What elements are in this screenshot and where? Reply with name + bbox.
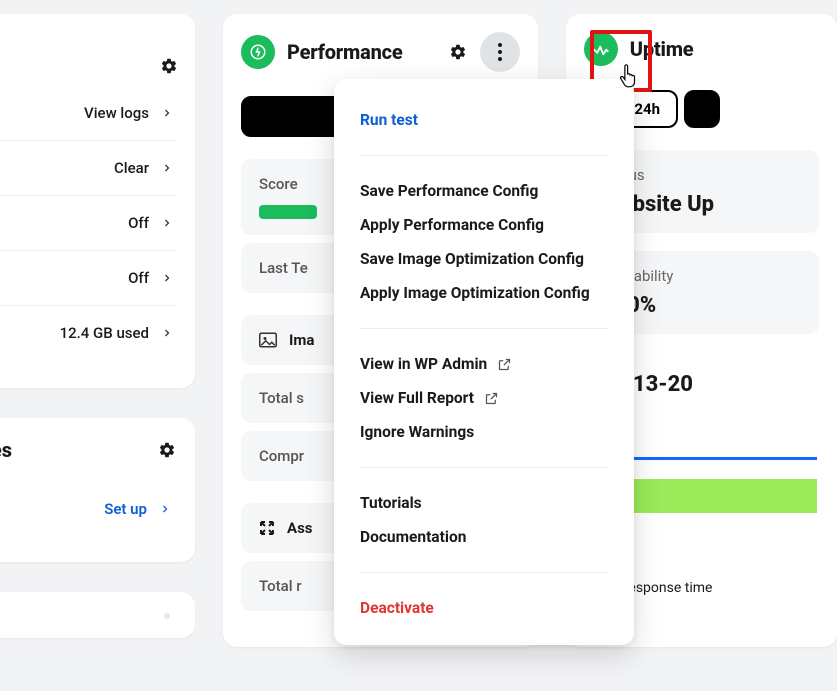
chevron-right-icon [159, 503, 171, 515]
menu-item-docs[interactable]: Documentation [360, 520, 608, 554]
chevron-right-icon [161, 327, 173, 339]
row-label: Clear [114, 159, 149, 177]
row-label: View logs [84, 104, 149, 122]
response-time-line [610, 457, 817, 460]
uptime-icon [584, 32, 618, 66]
chevron-right-icon [161, 107, 173, 119]
menu-item-view-wp[interactable]: View in WP Admin [360, 347, 608, 381]
chevron-right-icon [161, 272, 173, 284]
row-label: Off [128, 269, 149, 287]
score-bar [259, 205, 317, 219]
external-link-icon [497, 357, 512, 372]
gear-icon[interactable] [157, 440, 177, 460]
tile-label: Ass [287, 519, 313, 537]
menu-item-apply-img[interactable]: Apply Image Optimization Config [360, 276, 608, 310]
gear-icon[interactable] [157, 606, 177, 626]
card-title-partial: lates [0, 438, 12, 462]
menu-item-deactivate[interactable]: Deactivate [360, 591, 608, 625]
performance-icon [241, 35, 275, 69]
row-storage[interactable]: 12.4 GB used [0, 306, 177, 360]
card-actions-menu: Run test Save Performance Config Apply P… [334, 79, 634, 645]
menu-item-ignore-warnings[interactable]: Ignore Warnings [360, 415, 608, 449]
menu-item-view-report[interactable]: View Full Report [360, 381, 608, 415]
gear-icon[interactable] [448, 42, 468, 62]
row-clear[interactable]: Clear [0, 141, 177, 196]
gear-icon[interactable] [159, 56, 179, 76]
chevron-right-icon [161, 162, 173, 174]
left-card-3 [0, 592, 195, 638]
collapse-icon [259, 520, 275, 536]
setup-label: Set up [104, 500, 147, 518]
left-card-2: lates Set up [0, 418, 195, 562]
tile-label: Ima [289, 331, 314, 349]
left-card: View logs Clear Off Off 12.4 GB used [0, 14, 195, 388]
more-menu-button[interactable] [480, 32, 520, 72]
menu-item-save-img[interactable]: Save Image Optimization Config [360, 242, 608, 276]
row-label: Off [128, 214, 149, 232]
menu-item-run-test[interactable]: Run test [360, 103, 608, 137]
row-view-logs[interactable]: View logs [0, 86, 177, 141]
image-icon [259, 332, 277, 348]
row-off-2[interactable]: Off [0, 251, 177, 306]
menu-item-apply-perf[interactable]: Apply Performance Config [360, 208, 608, 242]
setup-link[interactable]: Set up [0, 484, 177, 534]
card-title: Uptime [630, 37, 694, 61]
more-vertical-icon [498, 43, 502, 61]
range-option-next[interactable] [684, 90, 720, 128]
chevron-right-icon [161, 217, 173, 229]
menu-item-tutorials[interactable]: Tutorials [360, 486, 608, 520]
row-label: 12.4 GB used [60, 324, 149, 342]
row-off-1[interactable]: Off [0, 196, 177, 251]
card-title: Performance [287, 40, 403, 64]
cursor-hand-icon [618, 63, 640, 89]
external-link-icon [484, 391, 499, 406]
menu-item-save-perf[interactable]: Save Performance Config [360, 174, 608, 208]
